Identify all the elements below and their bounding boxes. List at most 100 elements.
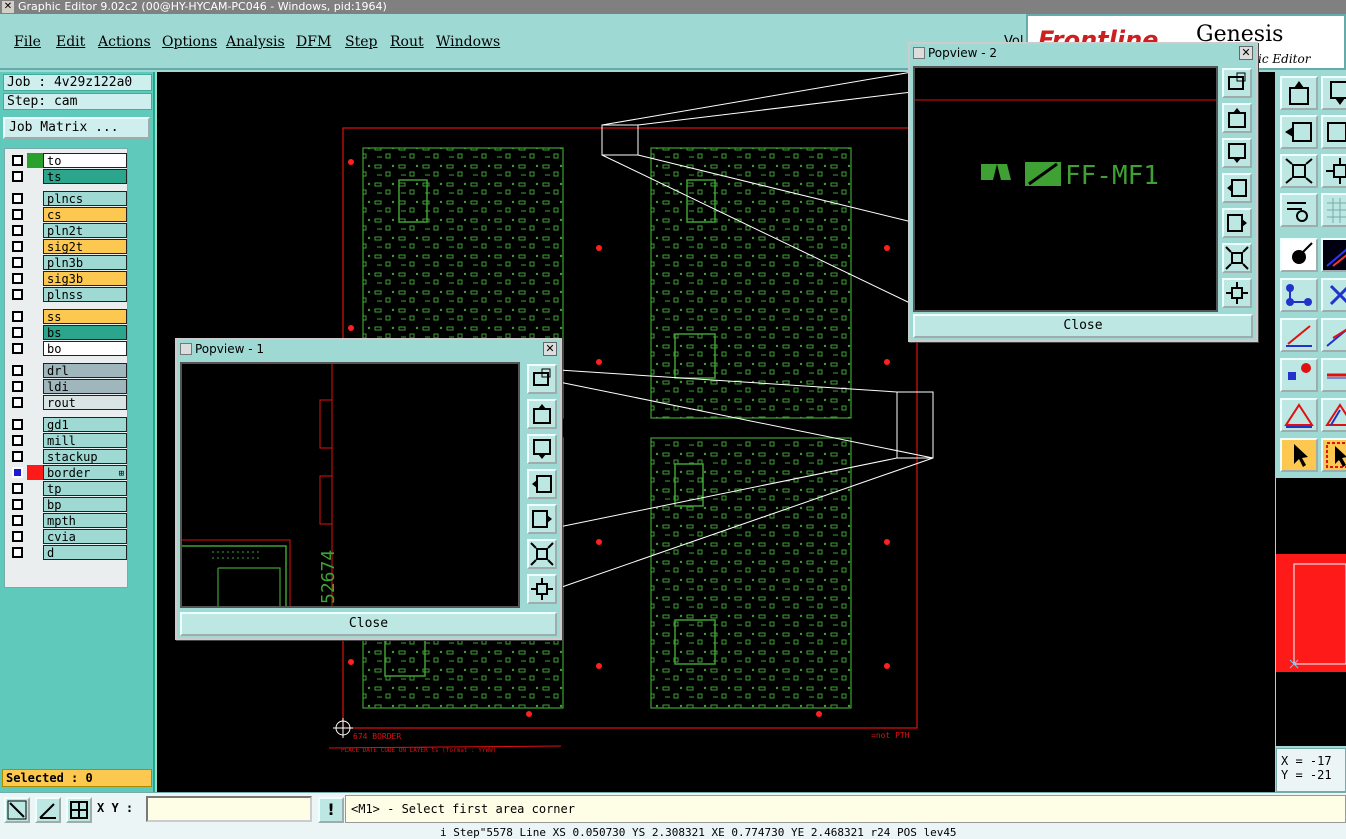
popview-1-zoom-in-button[interactable] — [527, 539, 557, 569]
layer-row[interactable]: to — [9, 153, 128, 168]
layer-row[interactable]: ss — [9, 309, 128, 324]
layer-name[interactable]: ts — [43, 169, 127, 184]
popview-2-pan-down-button[interactable] — [1222, 138, 1252, 168]
xy-coordinate-input[interactable] — [146, 796, 312, 822]
job-matrix-button[interactable]: Job Matrix ... — [3, 117, 150, 139]
layer-name[interactable]: bp — [43, 497, 127, 512]
layer-name[interactable]: to — [43, 153, 127, 168]
layer-name[interactable]: gd1 — [43, 417, 127, 432]
layer-color-swatch[interactable] — [27, 223, 43, 238]
popview-1-close-button[interactable]: Close — [180, 612, 557, 636]
tool-pad-button[interactable] — [1280, 238, 1318, 272]
layer-row[interactable]: cvia — [9, 529, 128, 544]
layer-checkbox[interactable] — [12, 547, 23, 558]
layer-color-swatch[interactable] — [27, 465, 43, 480]
layer-row[interactable]: drl — [9, 363, 128, 378]
layer-row[interactable]: d — [9, 545, 128, 560]
layer-color-swatch[interactable] — [27, 287, 43, 302]
layer-color-swatch[interactable] — [27, 449, 43, 464]
layer-color-swatch[interactable] — [27, 191, 43, 206]
popview-1-view[interactable]: 52674 — [180, 362, 520, 608]
layer-color-swatch[interactable] — [27, 363, 43, 378]
layer-color-swatch[interactable] — [27, 207, 43, 222]
popview-1-pan-right-button[interactable] — [527, 504, 557, 534]
layer-checkbox[interactable] — [12, 467, 23, 478]
layer-checkbox[interactable] — [12, 273, 23, 284]
layer-color-swatch[interactable] — [27, 271, 43, 286]
menu-windows[interactable]: Windows — [436, 34, 500, 50]
layer-color-swatch[interactable] — [27, 513, 43, 528]
popview-2-zoom-out-button[interactable] — [1222, 278, 1252, 308]
layer-row[interactable]: pln2t — [9, 223, 128, 238]
layer-row[interactable]: cs — [9, 207, 128, 222]
layer-name[interactable]: bo — [43, 341, 127, 356]
layer-name[interactable]: cvia — [43, 529, 127, 544]
tool-pan-down-button[interactable] — [1321, 76, 1346, 110]
popview-2-pan-right-button[interactable] — [1222, 208, 1252, 238]
layer-name[interactable]: bs — [43, 325, 127, 340]
layer-row[interactable]: gd1 — [9, 417, 128, 432]
layer-row[interactable]: plnss — [9, 287, 128, 302]
popview-1-close-icon[interactable]: ✕ — [543, 342, 557, 356]
layer-name[interactable]: tp — [43, 481, 127, 496]
center-snap-button[interactable] — [66, 797, 92, 823]
layer-checkbox[interactable] — [12, 311, 23, 322]
popview-2-window[interactable]: Popview - 2 ✕ FF-MF1 Close — [908, 42, 1258, 342]
layer-name[interactable]: mpth — [43, 513, 127, 528]
snap-grid-button[interactable] — [4, 797, 30, 823]
layer-checkbox[interactable] — [12, 171, 23, 182]
tool-pan-up-button[interactable] — [1280, 76, 1318, 110]
layer-row[interactable]: bs — [9, 325, 128, 340]
alert-button[interactable]: ! — [318, 797, 344, 823]
menu-rout[interactable]: Rout — [390, 34, 424, 50]
layer-name[interactable]: pln2t — [43, 223, 127, 238]
popview-2-zoom-fit-button[interactable] — [1222, 68, 1252, 98]
layer-checkbox[interactable] — [12, 499, 23, 510]
layer-checkbox[interactable] — [12, 225, 23, 236]
layer-name[interactable]: plnss — [43, 287, 127, 302]
tool-zoom-in-button[interactable] — [1280, 154, 1318, 188]
layer-color-swatch[interactable] — [27, 481, 43, 496]
layer-name[interactable]: ss — [43, 309, 127, 324]
layer-row[interactable]: plncs — [9, 191, 128, 206]
layer-checkbox[interactable] — [12, 257, 23, 268]
tool-slope-button[interactable] — [1321, 318, 1346, 352]
layer-name[interactable]: mill — [43, 433, 127, 448]
popview-2-pan-left-button[interactable] — [1222, 173, 1252, 203]
layer-row[interactable]: rout — [9, 395, 128, 410]
angle-snap-button[interactable] — [35, 797, 61, 823]
tool-select-button[interactable] — [1280, 438, 1318, 472]
menu-actions[interactable]: Actions — [98, 34, 151, 50]
layer-color-swatch[interactable] — [27, 497, 43, 512]
window-menu-icon[interactable] — [180, 343, 192, 355]
tool-line-button[interactable] — [1321, 238, 1346, 272]
layer-row[interactable]: sig2t — [9, 239, 128, 254]
menu-options[interactable]: Options — [162, 34, 217, 50]
tool-measure-button[interactable] — [1280, 193, 1318, 227]
window-menu-icon[interactable] — [913, 47, 925, 59]
popview-1-pan-down-button[interactable] — [527, 434, 557, 464]
tool-select-area-button[interactable] — [1321, 438, 1346, 472]
tool-arc-button[interactable] — [1280, 318, 1318, 352]
layer-checkbox[interactable] — [12, 515, 23, 526]
layer-checkbox[interactable] — [12, 531, 23, 542]
popview-1-pan-up-button[interactable] — [527, 399, 557, 429]
layer-color-swatch[interactable] — [27, 325, 43, 340]
layer-row[interactable]: tp — [9, 481, 128, 496]
menu-edit[interactable]: Edit — [56, 34, 85, 50]
layer-checkbox[interactable] — [12, 435, 23, 446]
layer-checkbox[interactable] — [12, 327, 23, 338]
layer-row[interactable]: pln3b — [9, 255, 128, 270]
layer-row[interactable]: bp — [9, 497, 128, 512]
layer-row[interactable]: mill — [9, 433, 128, 448]
popview-1-window[interactable]: Popview - 1 ✕ 52674 Close — [175, 338, 562, 640]
window-close-icon[interactable]: ✕ — [2, 1, 14, 13]
tool-move-button[interactable] — [1321, 358, 1346, 392]
layer-checkbox[interactable] — [12, 419, 23, 430]
popview-2-zoom-in-button[interactable] — [1222, 243, 1252, 273]
tool-delete-button[interactable] — [1321, 278, 1346, 312]
menu-analysis[interactable]: Analysis — [226, 34, 285, 50]
layer-name[interactable]: pln3b — [43, 255, 127, 270]
layer-color-swatch[interactable] — [27, 169, 43, 184]
layer-name[interactable]: stackup — [43, 449, 127, 464]
